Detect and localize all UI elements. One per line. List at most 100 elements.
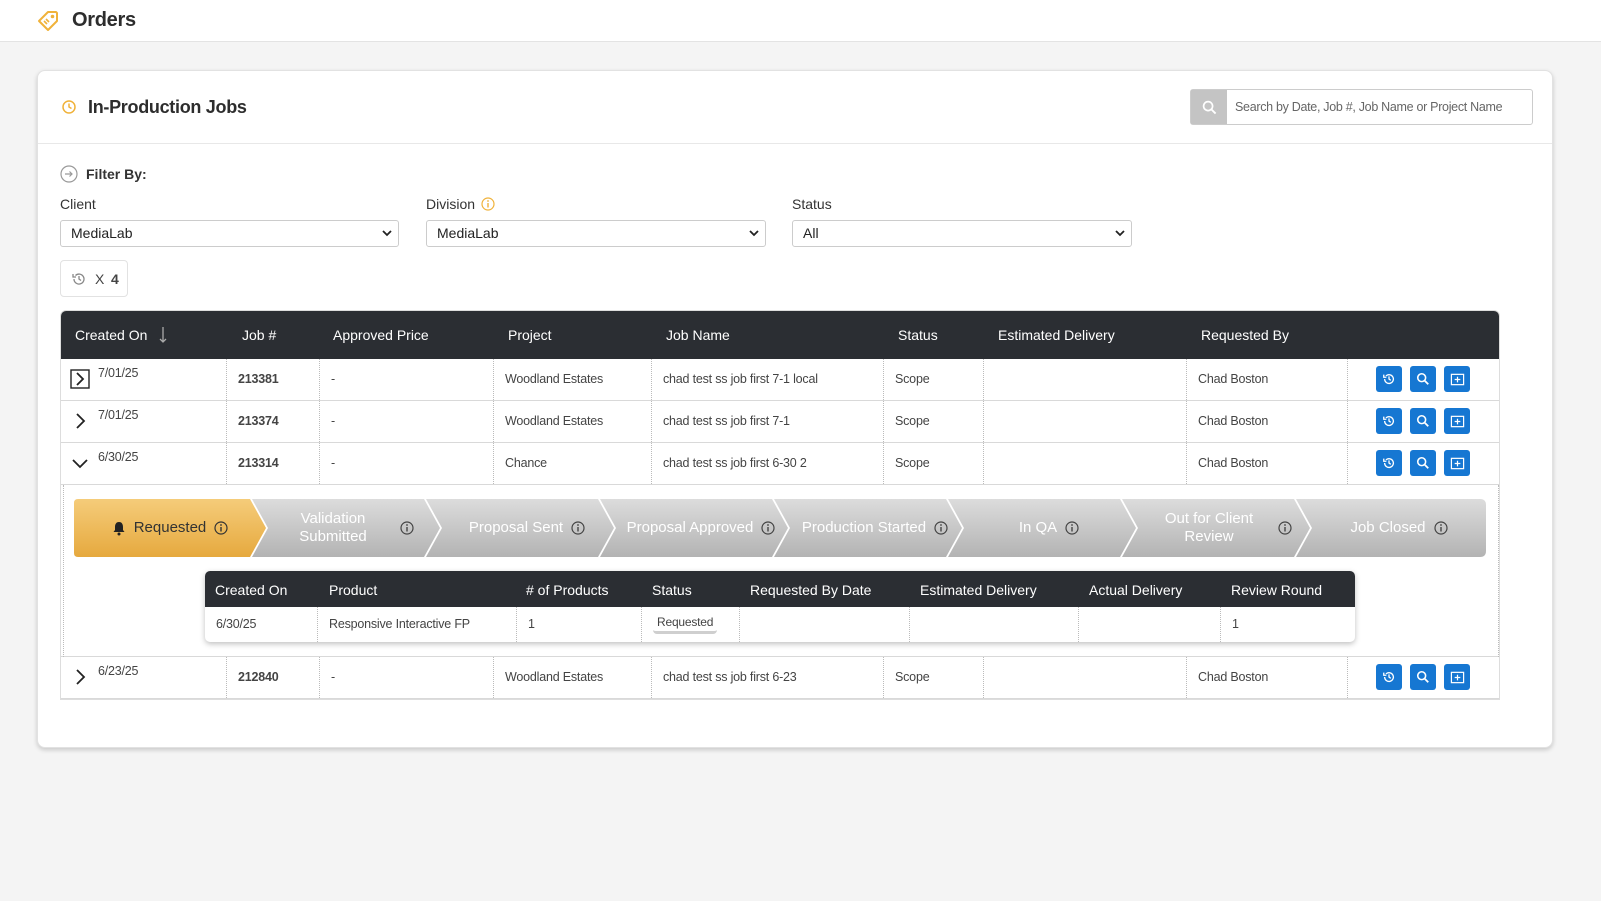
row-actions [1348,401,1499,442]
page-title: Orders [72,9,136,31]
sub-col-num-products: # of Products [526,582,609,598]
step-label: Job Closed [1350,519,1426,536]
add-to-board-button[interactable] [1444,664,1470,690]
card-title: In-Production Jobs [88,97,247,117]
history-button[interactable] [1376,450,1402,476]
table-header: Created On Job # Approved Price Project … [61,311,1499,359]
job-name: chad test ss job first 6-30 2 [652,443,884,484]
sub-actual-delivery [1079,607,1221,642]
sub-requested-by-date [740,607,910,642]
estimated-delivery [984,359,1187,400]
view-button[interactable] [1410,408,1436,434]
add-to-board-button[interactable] [1444,408,1470,434]
row-actions [1348,657,1499,698]
history-icon [1383,374,1395,385]
step-requested[interactable]: Requested [74,499,266,557]
col-project: Project [508,327,552,343]
add-to-board-button[interactable] [1444,450,1470,476]
approved-price: - [320,657,494,698]
step-validation-submitted[interactable]: Validation Submitted [266,499,436,557]
col-created-on[interactable]: Created On [75,327,147,343]
in-production-card: In-Production Jobs Filter By: Client Med… [37,70,1553,748]
step-production-started[interactable]: Production Started [790,499,960,557]
client-select-value: MediaLab [71,225,133,241]
info-icon[interactable] [481,197,495,211]
sub-status-cell: Requested [642,607,740,642]
sort-down-icon[interactable] [159,326,167,344]
job-number: 213314 [227,443,320,484]
created-on-value: 7/01/25 [98,408,139,422]
chevron-down-icon [1115,230,1125,237]
add-screen-icon [1450,671,1464,683]
history-filter-chip[interactable]: X 4 [60,260,128,297]
info-icon[interactable] [761,521,775,535]
info-icon[interactable] [571,521,585,535]
job-detail-panel: Requested Validation Submitted Proposal … [61,485,1499,657]
cell-created-on: 7/01/25 [61,359,227,400]
chevron-right-icon[interactable] [70,369,90,389]
division-label: Division [426,196,495,212]
requested-by: Chad Boston [1187,359,1348,400]
division-select[interactable]: MediaLab [426,220,766,247]
division-select-value: MediaLab [437,225,499,241]
history-button[interactable] [1376,664,1402,690]
approved-price: - [320,401,494,442]
client-label: Client [60,196,96,212]
info-icon[interactable] [400,521,414,535]
client-select[interactable]: MediaLab [60,220,399,247]
history-button[interactable] [1376,366,1402,392]
step-proposal-approved[interactable]: Proposal Approved [616,499,786,557]
history-icon [1383,458,1395,469]
sub-col-created-on: Created On [215,582,288,598]
cell-created-on: 6/23/25 [61,657,227,698]
estimated-delivery [984,657,1187,698]
search-button[interactable] [1191,90,1227,124]
status-select[interactable]: All [792,220,1132,247]
col-approved-price: Approved Price [333,327,429,343]
cell-created-on: 6/30/25 [61,443,227,484]
chevron-down-icon [382,230,392,237]
project: Woodland Estates [494,401,652,442]
search-icon [1416,414,1429,427]
chevron-right-icon[interactable] [70,667,90,687]
step-label: Proposal Sent [468,519,564,536]
info-icon[interactable] [1433,521,1448,535]
approved-price: - [320,359,494,400]
chevron-down-icon[interactable] [70,453,90,473]
table-row[interactable]: 7/01/25 213381 - Woodland Estates chad t… [61,359,1499,401]
table-row[interactable]: 6/30/25 213314 - Chance chad test ss job… [61,443,1499,485]
requested-by: Chad Boston [1187,443,1348,484]
step-in-qa[interactable]: In QA [964,499,1134,557]
step-job-closed[interactable]: Job Closed [1312,499,1486,557]
jobs-table: Created On Job # Approved Price Project … [60,310,1500,700]
view-button[interactable] [1410,366,1436,392]
chevron-right-icon[interactable] [70,411,90,431]
search-icon [1416,372,1429,385]
info-icon[interactable] [214,521,228,535]
view-button[interactable] [1410,450,1436,476]
subtable-row[interactable]: 6/30/25 Responsive Interactive FP 1 Requ… [205,607,1355,642]
job-name: chad test ss job first 6-23 [652,657,884,698]
add-to-board-button[interactable] [1444,366,1470,392]
history-button[interactable] [1376,408,1402,434]
created-on-value: 7/01/25 [98,366,139,380]
project: Woodland Estates [494,657,652,698]
info-icon[interactable] [1278,521,1292,535]
bell-icon [113,521,125,535]
sub-col-actual-delivery: Actual Delivery [1089,582,1183,598]
chip-count: 4 [111,271,119,287]
info-icon[interactable] [1065,521,1079,535]
step-label: Requested [133,519,207,536]
row-actions [1348,443,1499,484]
step-proposal-sent[interactable]: Proposal Sent [442,499,612,557]
sub-col-estimated-delivery: Estimated Delivery [920,582,1037,598]
info-icon[interactable] [934,521,948,535]
sub-col-review-round: Review Round [1231,582,1323,598]
arrow-circle-icon [60,165,78,183]
table-row[interactable]: 6/23/25 212840 - Woodland Estates chad t… [61,657,1499,699]
sub-col-requested-by-date: Requested By Date [750,582,872,598]
step-out-for-client-review[interactable]: Out for Client Review [1138,499,1308,557]
view-button[interactable] [1410,664,1436,690]
search-input[interactable] [1235,90,1525,124]
table-row[interactable]: 7/01/25 213374 - Woodland Estates chad t… [61,401,1499,443]
